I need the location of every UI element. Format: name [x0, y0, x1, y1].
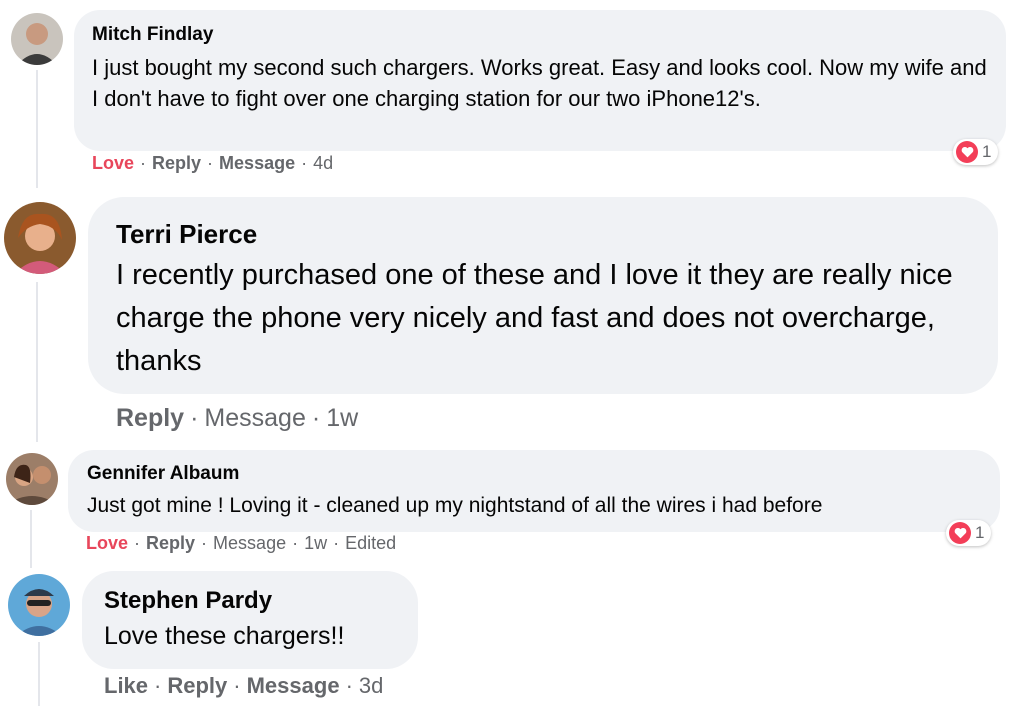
reply-button[interactable]: Reply	[146, 533, 195, 553]
comment-timestamp[interactable]: 3d	[359, 673, 383, 698]
avatar[interactable]	[11, 13, 63, 65]
comment-author[interactable]: Terri Pierce	[116, 219, 970, 250]
comment-actions: Love · Reply · Message · 4d	[92, 153, 334, 173]
heart-icon	[956, 141, 978, 163]
thread-line	[38, 642, 40, 706]
message-button[interactable]: Message	[213, 533, 286, 553]
comment-actions: Love · Reply · Message · 1w · Edited	[86, 533, 397, 553]
avatar[interactable]	[8, 574, 70, 636]
reaction-badge[interactable]: 1	[953, 139, 999, 165]
like-button[interactable]: Like	[104, 673, 148, 698]
comment-text: I recently purchased one of these and I …	[116, 259, 953, 377]
reply-button[interactable]: Reply	[167, 673, 227, 698]
comment-timestamp[interactable]: 1w	[304, 533, 327, 553]
comment-text: Love these chargers!!	[104, 622, 345, 650]
comment-timestamp[interactable]: 4d	[313, 153, 333, 173]
message-button[interactable]: Message	[204, 404, 305, 432]
avatar[interactable]	[4, 202, 76, 274]
thread-line	[36, 70, 38, 188]
comment-text: I just bought my second such chargers. W…	[92, 55, 987, 111]
comment-bubble: Gennifer Albaum Just got mine ! Loving i…	[68, 450, 1000, 532]
comment-text: Just got mine ! Loving it - cleaned up m…	[87, 494, 823, 517]
reaction-count: 1	[975, 523, 985, 542]
comment-timestamp[interactable]: 1w	[326, 404, 358, 432]
reaction-count: 1	[982, 142, 992, 161]
comment-actions: Reply · Message · 1w	[116, 404, 359, 432]
message-button[interactable]: Message	[219, 153, 295, 173]
comment-actions: Like · Reply · Message · 3d	[104, 673, 384, 698]
comment-bubble: Stephen Pardy Love these chargers!!	[82, 571, 418, 669]
edited-label: Edited	[345, 533, 397, 553]
thread-line	[30, 510, 32, 568]
comment-bubble: Terri Pierce I recently purchased one of…	[88, 197, 998, 394]
love-button[interactable]: Love	[86, 533, 128, 553]
thread-line	[36, 282, 38, 442]
heart-icon	[949, 522, 971, 544]
love-button[interactable]: Love	[92, 153, 134, 173]
reply-button[interactable]: Reply	[152, 153, 201, 173]
reaction-badge[interactable]: 1	[946, 520, 992, 546]
avatar[interactable]	[6, 453, 58, 505]
comment-bubble: Mitch Findlay I just bought my second su…	[74, 10, 1006, 151]
comment-author[interactable]: Gennifer Albaum	[87, 463, 981, 485]
message-button[interactable]: Message	[247, 673, 340, 698]
comment-author[interactable]: Stephen Pardy	[104, 587, 396, 615]
reply-button[interactable]: Reply	[116, 404, 184, 432]
comment-author[interactable]: Mitch Findlay	[92, 24, 988, 46]
